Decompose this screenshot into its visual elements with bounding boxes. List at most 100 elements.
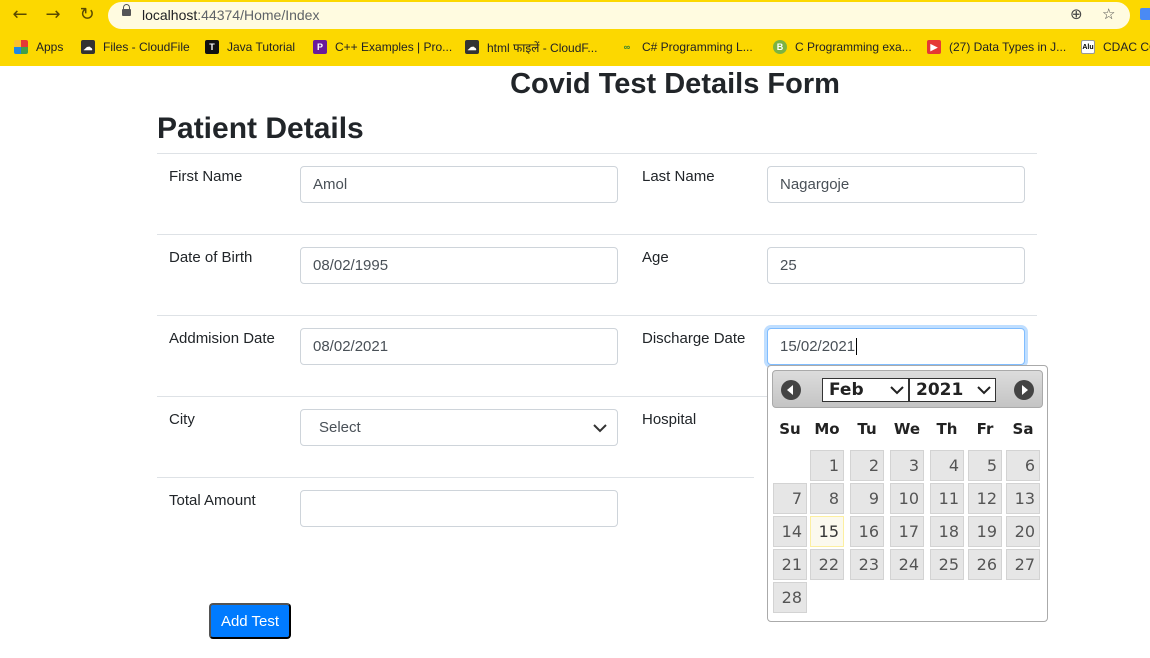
calendar-day[interactable]: 7 (773, 483, 807, 514)
dob-label: Date of Birth (169, 249, 253, 266)
calendar-day[interactable]: 11 (930, 483, 964, 514)
calendar-day[interactable]: 19 (968, 516, 1002, 547)
calendar-day[interactable]: 17 (890, 516, 924, 547)
bookmark-cdac[interactable]: Alu CDAC CC (1081, 36, 1150, 58)
weekday-header: Th (936, 420, 958, 438)
add-test-button[interactable]: Add Test (209, 603, 291, 639)
url-text: localhost:44374/Home/Index (142, 7, 319, 23)
calendar-day[interactable]: 24 (890, 549, 924, 580)
admission-date-input[interactable]: 08/02/2021 (300, 328, 618, 365)
calendar-day[interactable]: 26 (968, 549, 1002, 580)
divider (157, 315, 1037, 316)
next-month-icon[interactable] (1014, 380, 1034, 400)
bookmark-cpp-examples[interactable]: P C++ Examples | Pro... (313, 36, 452, 58)
last-name-value: Nagargoje (780, 176, 850, 193)
calendar-day[interactable]: 28 (773, 582, 807, 613)
address-bar[interactable]: localhost:44374/Home/Index ⊕ ☆ (108, 2, 1130, 29)
text-cursor (856, 338, 858, 355)
b-icon: B (773, 40, 787, 54)
calendar-day[interactable]: 8 (810, 483, 844, 514)
dob-input[interactable]: 08/02/1995 (300, 247, 618, 284)
reload-icon[interactable]: ↻ (76, 4, 98, 26)
city-select[interactable]: Select (300, 409, 618, 446)
weekday-header: We (893, 420, 921, 438)
bookmark-html-cloudfile[interactable]: ☁ html फाइलें - CloudF... (465, 36, 597, 58)
apps-grid-icon (14, 40, 28, 54)
bookmark-cloudfile[interactable]: ☁ Files - CloudFile (81, 36, 190, 58)
month-value: Feb (829, 380, 864, 400)
bookmark-java-tutorial[interactable]: T Java Tutorial (205, 36, 295, 58)
calendar-day[interactable]: 16 (850, 516, 884, 547)
back-arrow-icon[interactable]: ← (9, 4, 31, 26)
year-value: 2021 (916, 380, 964, 400)
calendar-day[interactable]: 5 (968, 450, 1002, 481)
cloud-icon: ☁ (81, 40, 95, 54)
calendar-day[interactable]: 23 (850, 549, 884, 580)
divider (157, 477, 754, 478)
calendar-day[interactable]: 12 (968, 483, 1002, 514)
month-select[interactable]: Feb (822, 378, 909, 402)
datepicker-header: Feb 2021 (772, 370, 1043, 408)
bookmark-label: html फाइलें - CloudF... (487, 40, 598, 55)
calendar-day[interactable]: 27 (1006, 549, 1040, 580)
age-input[interactable]: 25 (767, 247, 1025, 284)
calendar-day[interactable]: 3 (890, 450, 924, 481)
calendar-day[interactable]: 2 (850, 450, 884, 481)
calendar-day[interactable]: 22 (810, 549, 844, 580)
city-label: City (169, 411, 195, 428)
first-name-input[interactable]: Amol (300, 166, 618, 203)
bookmark-label: Files - CloudFile (103, 40, 190, 54)
star-icon[interactable]: ☆ (1102, 5, 1115, 23)
first-name-label: First Name (169, 168, 243, 185)
last-name-input[interactable]: Nagargoje (767, 166, 1025, 203)
year-select[interactable]: 2021 (909, 378, 996, 402)
calendar-day[interactable]: 15 (810, 516, 844, 547)
weekday-header: Su (779, 420, 801, 438)
calendar-day[interactable]: 20 (1006, 516, 1040, 547)
weekday-header: Sa (1012, 420, 1034, 438)
hospital-label: Hospital (642, 411, 697, 428)
city-selected-value: Select (319, 419, 361, 436)
bookmark-apps[interactable]: Apps (14, 36, 63, 58)
discharge-date-label: Discharge Date (642, 330, 746, 347)
geeks-icon: ∞ (623, 42, 631, 52)
bookmark-label: C++ Examples | Pro... (335, 40, 453, 54)
dob-value: 08/02/1995 (313, 257, 389, 274)
url-path: :44374/Home/Index (197, 7, 320, 23)
alu-icon: Alu (1081, 40, 1095, 54)
bookmark-label: (27) Data Types in J... (949, 40, 1067, 54)
browser-toolbar: ← → ↻ localhost:44374/Home/Index ⊕ ☆ App… (0, 0, 1150, 66)
extension-icon[interactable] (1140, 8, 1150, 20)
bookmark-youtube[interactable]: ▶ (27) Data Types in J... (927, 36, 1066, 58)
discharge-date-input[interactable]: 15/02/2021 (767, 328, 1025, 365)
calendar-day[interactable]: 4 (930, 450, 964, 481)
tutorial-icon: T (205, 40, 219, 54)
calendar-day[interactable]: 21 (773, 549, 807, 580)
calendar-day[interactable]: 1 (810, 450, 844, 481)
calendar-day[interactable]: 10 (890, 483, 924, 514)
forward-arrow-icon[interactable]: → (42, 4, 64, 26)
bookmark-csharp[interactable]: ∞ C# Programming L... (620, 36, 753, 58)
calendar-day[interactable]: 9 (850, 483, 884, 514)
first-name-value: Amol (313, 176, 348, 193)
url-host: localhost (142, 7, 198, 23)
cloud-icon: ☁ (465, 40, 479, 54)
calendar-day[interactable]: 25 (930, 549, 964, 580)
calendar-day[interactable]: 6 (1006, 450, 1040, 481)
calendar-day[interactable]: 13 (1006, 483, 1040, 514)
divider (157, 234, 1037, 235)
bookmark-c-programming[interactable]: B C Programming exa... (773, 36, 912, 58)
zoom-icon[interactable]: ⊕ (1070, 5, 1083, 23)
page-title: Covid Test Details Form (510, 68, 840, 100)
weekday-header: Tu (857, 420, 877, 438)
chevron-down-icon (593, 424, 607, 433)
youtube-icon: ▶ (927, 40, 941, 54)
datepicker-popup: Feb 2021 Su Mo Tu We Th Fr Sa 1 2 3 4 5 6 7 8 9 10 11 12 13… (767, 365, 1048, 622)
admission-date-label: Addmision Date (169, 330, 275, 347)
total-amount-input[interactable] (300, 490, 618, 527)
last-name-label: Last Name (642, 168, 715, 185)
calendar-day[interactable]: 18 (930, 516, 964, 547)
calendar-day[interactable]: 14 (773, 516, 807, 547)
divider (157, 396, 767, 397)
prev-month-icon[interactable] (781, 380, 801, 400)
